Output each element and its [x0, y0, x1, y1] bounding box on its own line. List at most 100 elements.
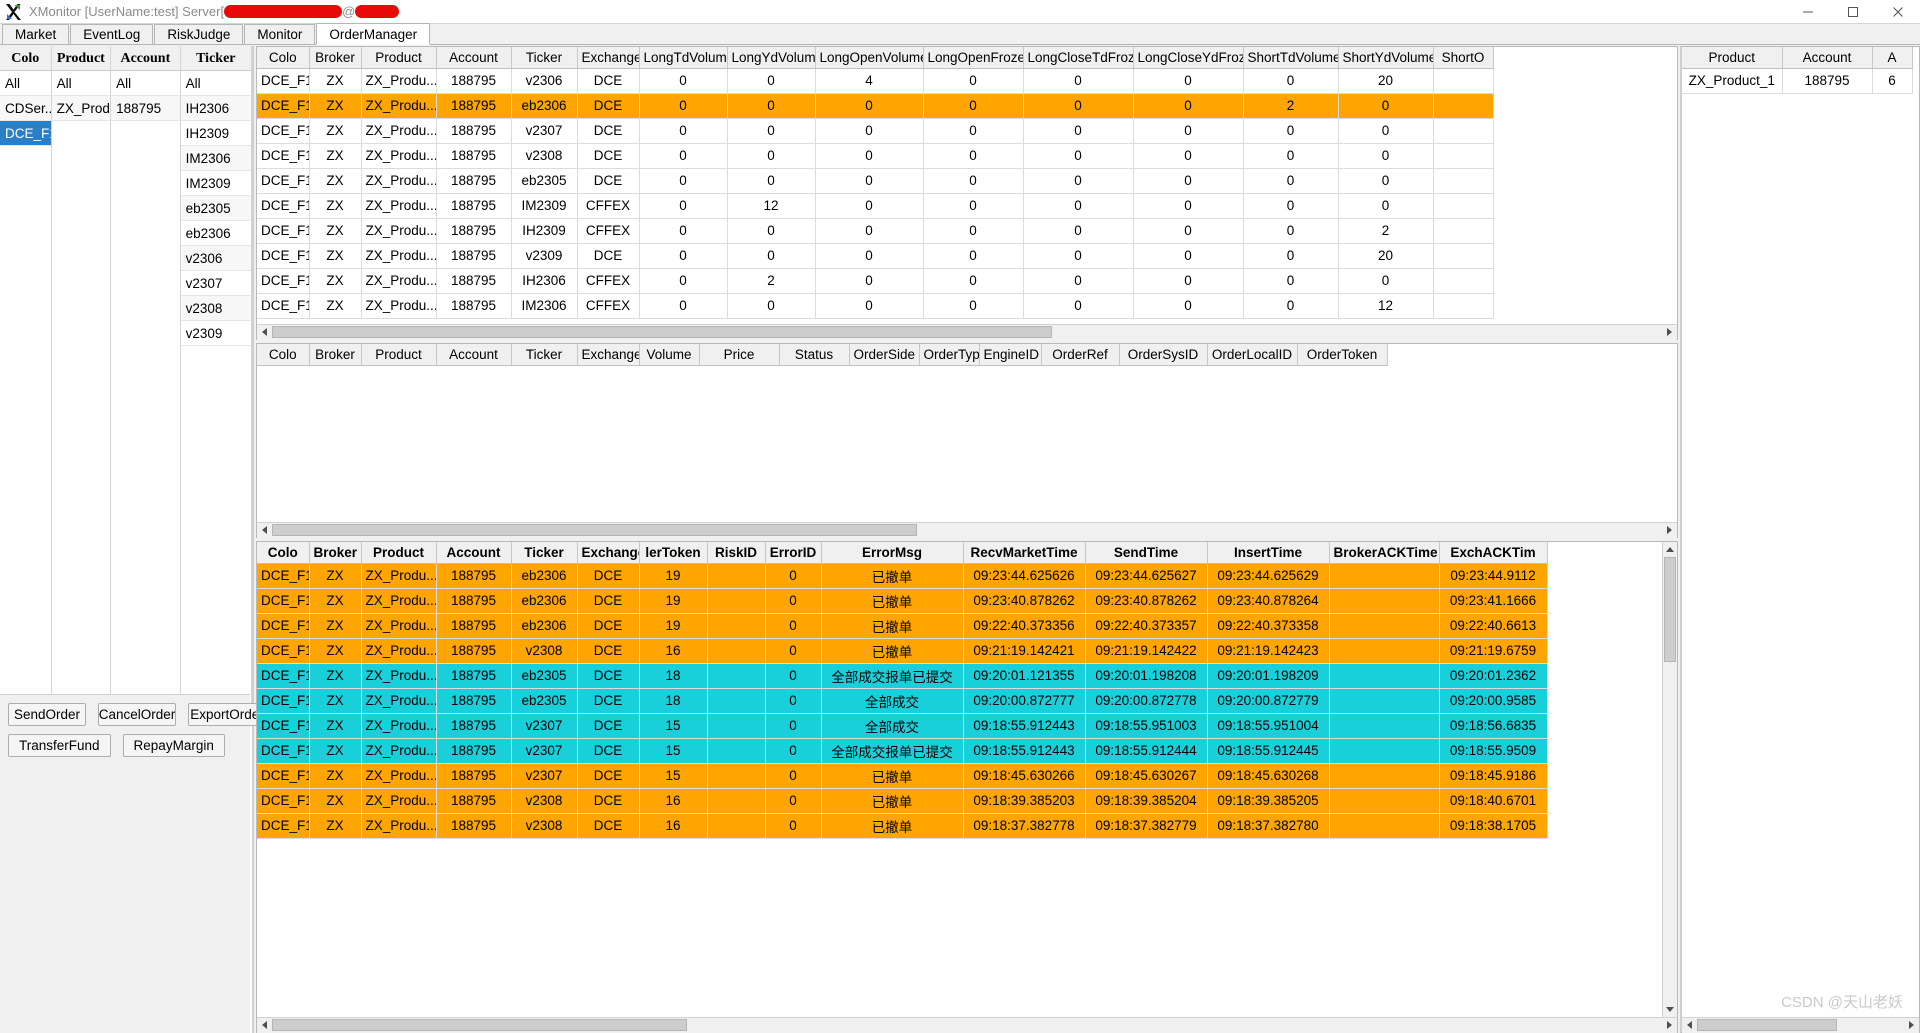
filter-header-ticker[interactable]: Ticker: [181, 46, 253, 71]
table-row[interactable]: DCE_F1 ZX ZX_Produ... 188795 v2306 DCE 0 0 4 0 0 0 0…: [257, 68, 1494, 94]
trades-hscrollbar[interactable]: [257, 1017, 1677, 1033]
column-header-status[interactable]: Status: [779, 344, 850, 366]
column-header-exchange[interactable]: Exchange: [577, 344, 640, 366]
column-header-orderlocalid[interactable]: OrderLocalID: [1207, 344, 1298, 366]
filter-item-ticker-5[interactable]: eb2305: [180, 196, 252, 221]
column-header-broker[interactable]: Broker: [309, 542, 362, 564]
column-header-longopenvolume[interactable]: LongOpenVolume: [815, 47, 924, 69]
filter-header-product[interactable]: Product: [52, 46, 112, 71]
trades-vscroll-track[interactable]: [1663, 557, 1678, 1002]
positions-hscroll-thumb[interactable]: [272, 325, 1052, 338]
filter-item-ticker-7[interactable]: v2306: [180, 246, 252, 271]
column-header-errormsg[interactable]: ErrorMsg: [821, 542, 964, 564]
column-header-ticker[interactable]: Ticker: [511, 344, 578, 366]
column-header-product[interactable]: Product: [1682, 47, 1783, 69]
column-header-price[interactable]: Price: [699, 344, 780, 366]
account-hscrollbar[interactable]: [1682, 1017, 1919, 1033]
column-header-longtdvolume[interactable]: LongTdVolume: [639, 47, 728, 69]
column-header-engineid[interactable]: EngineID: [979, 344, 1042, 366]
trades-hscroll-thumb[interactable]: [272, 1018, 687, 1031]
tab-monitor[interactable]: Monitor: [244, 24, 316, 44]
column-header-shorto[interactable]: ShortO: [1433, 47, 1494, 69]
table-row[interactable]: DCE_F1 ZX ZX_Produ... 188795 eb2306 DCE 19 0 已撤单…: [257, 563, 1548, 589]
table-row[interactable]: DCE_F1 ZX ZX_Produ... 188795 v2308 DCE 16 0 已撤单 0…: [257, 788, 1548, 814]
table-row[interactable]: DCE_F1 ZX ZX_Produ... 188795 IM2309 CFFEX 0 12 0…: [257, 193, 1494, 219]
filter-item-ticker-6[interactable]: eb2306: [180, 221, 252, 246]
transferfund-button[interactable]: TransferFund: [8, 734, 111, 757]
table-row[interactable]: DCE_F1 ZX ZX_Produ... 188795 v2307 DCE 15 0 全部成交…: [257, 713, 1548, 739]
cancelorder-button[interactable]: CancelOrder: [98, 703, 176, 726]
table-row[interactable]: DCE_F1 ZX ZX_Produ... 188795 IH2309 CFFEX 0 0 0 0…: [257, 218, 1494, 244]
table-row[interactable]: DCE_F1 ZX ZX_Produ... 188795 IM2306 CFFEX 0 0 0 0…: [257, 293, 1494, 319]
column-header-lertoken[interactable]: lerToken: [639, 542, 708, 564]
column-header-product[interactable]: Product: [361, 542, 437, 564]
column-header-orderref[interactable]: OrderRef: [1041, 344, 1120, 366]
filter-header-account[interactable]: Account: [111, 46, 181, 71]
column-header-longclosetdfrozen[interactable]: LongCloseTdFrozen: [1023, 47, 1134, 69]
minimize-button[interactable]: [1785, 0, 1830, 24]
column-header-orderside[interactable]: OrderSide: [849, 344, 920, 366]
column-header-colo[interactable]: Colo: [257, 542, 310, 564]
column-header-brokeracktime[interactable]: BrokerACKTime: [1329, 542, 1440, 564]
table-row[interactable]: DCE_F1 ZX ZX_Produ... 188795 eb2306 DCE 19 0 已撤单…: [257, 588, 1548, 614]
tab-riskjudge[interactable]: RiskJudge: [154, 24, 244, 44]
table-row[interactable]: DCE_F1 ZX ZX_Produ... 188795 eb2306 DCE 0 0 0 0 0 0…: [257, 93, 1494, 119]
column-header-exchange[interactable]: Exchange: [577, 47, 640, 69]
filter-item-colo-0[interactable]: All: [0, 71, 51, 96]
filter-item-ticker-2[interactable]: IH2309: [180, 121, 252, 146]
column-header-a[interactable]: A: [1872, 47, 1913, 69]
table-row[interactable]: DCE_F1 ZX ZX_Produ... 188795 eb2305 DCE 0 0 0 0 0 0…: [257, 168, 1494, 194]
column-header-errorid[interactable]: ErrorID: [765, 542, 822, 564]
table-row[interactable]: DCE_F1 ZX ZX_Produ... 188795 eb2306 DCE 19 0 已撤单…: [257, 613, 1548, 639]
filter-item-account-0[interactable]: All: [111, 71, 180, 96]
account-hscroll-track[interactable]: [1697, 1017, 1904, 1033]
filter-header-colo[interactable]: Colo: [0, 46, 52, 71]
filter-item-ticker-0[interactable]: All: [180, 71, 252, 96]
trades-vscrollbar[interactable]: [1662, 542, 1677, 1017]
filter-item-colo-1[interactable]: CDSer...: [0, 96, 51, 121]
column-header-longopenfrozen[interactable]: LongOpenFrozen: [923, 47, 1024, 69]
table-row[interactable]: DCE_F1 ZX ZX_Produ... 188795 v2308 DCE 16 0 已撤单 0…: [257, 813, 1548, 839]
filter-item-product-1[interactable]: ZX_Prod...: [51, 96, 111, 121]
column-header-volume[interactable]: Volume: [639, 344, 700, 366]
scroll-left-icon[interactable]: [257, 522, 272, 538]
table-row[interactable]: DCE_F1 ZX ZX_Produ... 188795 v2309 DCE 0 0 0 0 0 0 0…: [257, 243, 1494, 269]
table-row[interactable]: DCE_F1 ZX ZX_Produ... 188795 v2307 DCE 0 0 0 0 0 0 0…: [257, 118, 1494, 144]
scroll-right-icon[interactable]: [1662, 324, 1677, 340]
column-header-ticker[interactable]: Ticker: [511, 47, 578, 69]
positions-hscroll-track[interactable]: [272, 324, 1662, 340]
scroll-down-icon[interactable]: [1663, 1002, 1678, 1017]
column-header-sendtime[interactable]: SendTime: [1085, 542, 1208, 564]
column-header-colo[interactable]: Colo: [257, 344, 310, 366]
column-header-account[interactable]: Account: [436, 542, 512, 564]
column-header-product[interactable]: Product: [361, 344, 437, 366]
scroll-right-icon[interactable]: [1662, 1017, 1677, 1033]
table-row[interactable]: DCE_F1 ZX ZX_Produ... 188795 v2308 DCE 0 0 0 0 0 0 0…: [257, 143, 1494, 169]
filter-item-colo-2[interactable]: DCE_F1: [0, 121, 51, 146]
table-row[interactable]: DCE_F1 ZX ZX_Produ... 188795 eb2305 DCE 18 0 全部成…: [257, 688, 1548, 714]
column-header-recvmarkettime[interactable]: RecvMarketTime: [963, 542, 1086, 564]
table-row[interactable]: DCE_F1 ZX ZX_Produ... 188795 v2308 DCE 16 0 已撤单 0…: [257, 638, 1548, 664]
column-header-ticker[interactable]: Ticker: [511, 542, 578, 564]
column-header-exchange[interactable]: Exchange: [577, 542, 640, 564]
scroll-right-icon[interactable]: [1662, 522, 1677, 538]
filter-item-ticker-4[interactable]: IM2309: [180, 171, 252, 196]
table-row[interactable]: ZX_Product_1 188795 6: [1682, 68, 1913, 94]
filter-item-product-0[interactable]: All: [51, 71, 111, 96]
close-button[interactable]: [1875, 0, 1920, 24]
column-header-colo[interactable]: Colo: [257, 47, 310, 69]
tab-market[interactable]: Market: [2, 24, 70, 44]
column-header-broker[interactable]: Broker: [309, 344, 362, 366]
column-header-account[interactable]: Account: [436, 47, 512, 69]
column-header-longcloseydfrozen[interactable]: LongCloseYdFrozen: [1133, 47, 1244, 69]
tab-eventlog[interactable]: EventLog: [70, 24, 154, 44]
column-header-longydvolume[interactable]: LongYdVolume: [727, 47, 816, 69]
scroll-right-icon[interactable]: [1904, 1017, 1919, 1033]
orders-hscroll-track[interactable]: [272, 522, 1662, 538]
column-header-shorttdvolume[interactable]: ShortTdVolume: [1243, 47, 1339, 69]
account-hscroll-thumb[interactable]: [1697, 1018, 1837, 1031]
trades-hscroll-track[interactable]: [272, 1017, 1662, 1033]
column-header-ordersysid[interactable]: OrderSysID: [1119, 344, 1208, 366]
filter-item-ticker-1[interactable]: IH2306: [180, 96, 252, 121]
column-header-broker[interactable]: Broker: [309, 47, 362, 69]
